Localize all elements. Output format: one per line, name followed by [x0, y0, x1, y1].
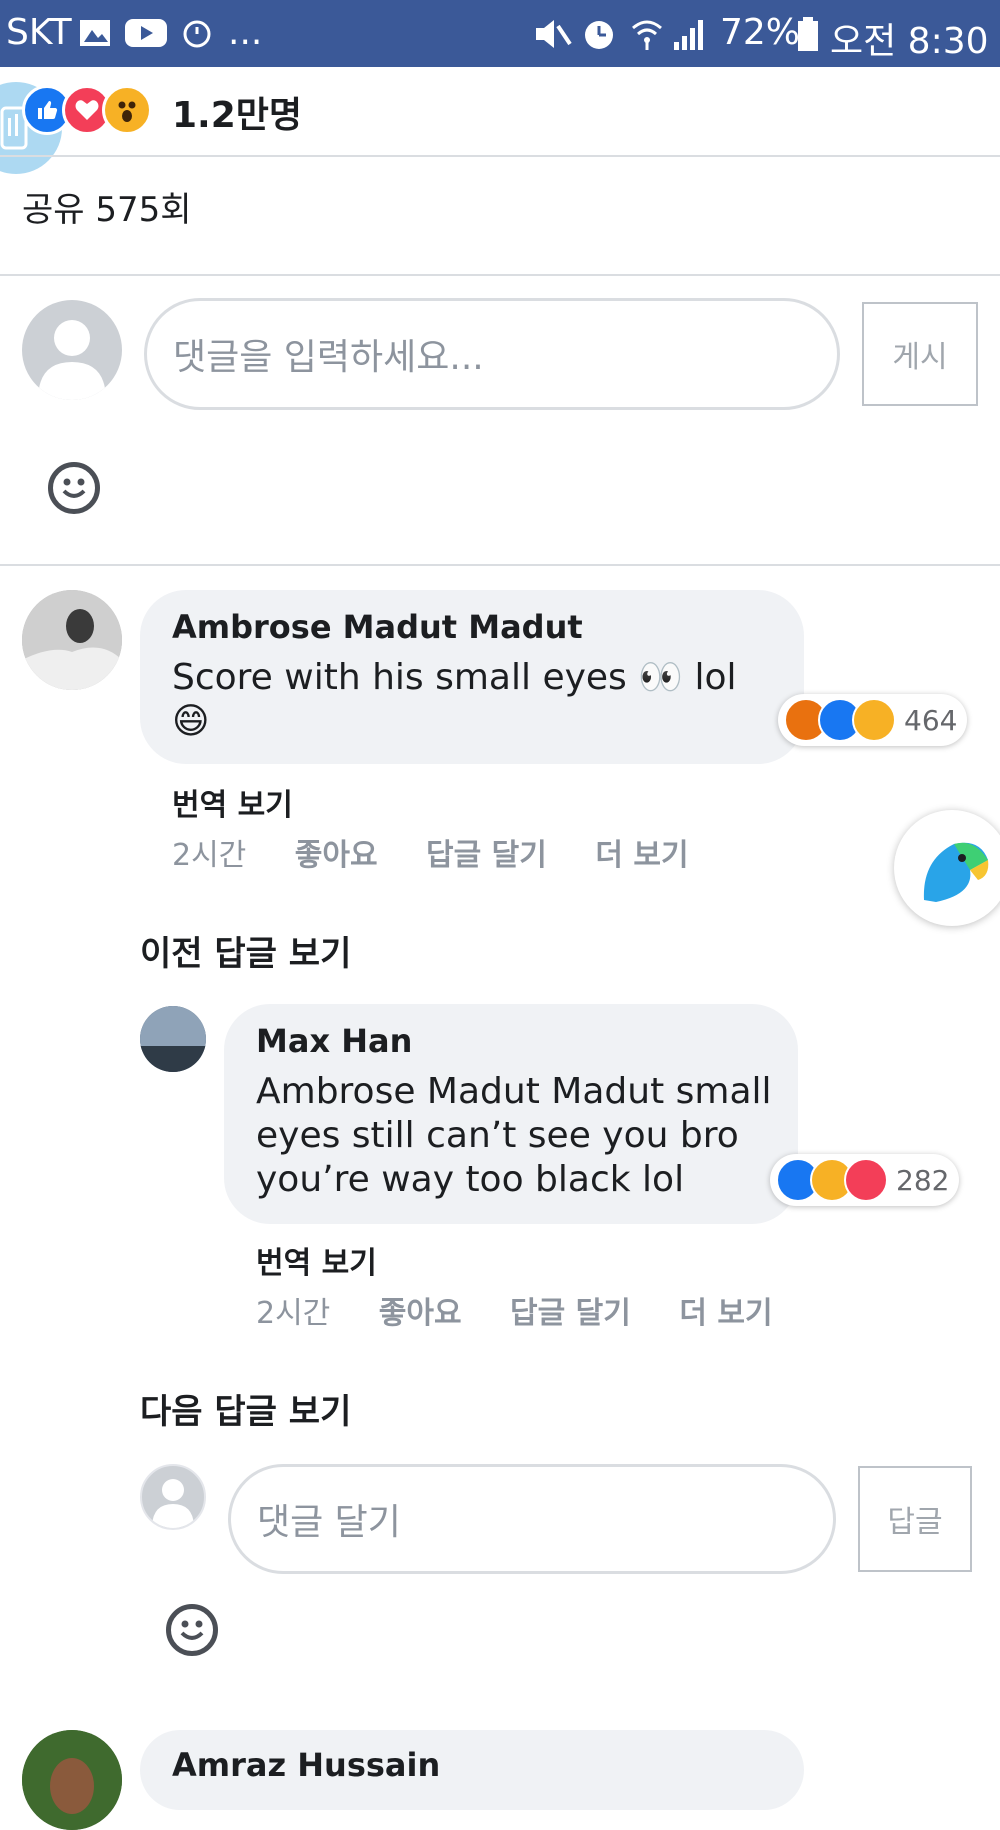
reply-post-button[interactable]: 답글: [858, 1466, 972, 1572]
more-notifications: ...: [228, 12, 263, 53]
clock: 오전 8:30: [830, 21, 989, 62]
reply-input[interactable]: 댓글 달기: [228, 1464, 836, 1574]
status-bar: SKT ... 72% 오전 8:30: [0, 0, 1000, 67]
comment-text: Score with his small eyes 👀 lol: [172, 657, 737, 698]
mute-icon: [536, 20, 572, 48]
bird-icon: [923, 842, 989, 902]
reply-link[interactable]: 답글 달기: [426, 838, 547, 873]
comment-author[interactable]: Amraz Hussain: [172, 1746, 440, 1784]
reply-text-line: Ambrose Madut Madut small: [256, 1071, 772, 1112]
reply-author[interactable]: Max Han: [256, 1022, 412, 1060]
comment-time: 2시간: [172, 838, 247, 873]
haha-reaction-icon: [852, 698, 896, 742]
next-replies-link[interactable]: 다음 답글 보기: [140, 1384, 351, 1433]
comment-reactions[interactable]: 464: [778, 694, 968, 746]
reply-time: 2시간: [256, 1296, 331, 1331]
reaction-count: 464: [904, 703, 958, 737]
reaction-count: 282: [896, 1163, 950, 1197]
like-link[interactable]: 좋아요: [379, 1296, 462, 1331]
post-button[interactable]: 게시: [862, 302, 978, 406]
reply-reactions[interactable]: 282: [770, 1154, 960, 1206]
youtube-icon: [125, 19, 167, 47]
commenter-avatar[interactable]: [22, 590, 122, 690]
signal-icon: [674, 20, 703, 50]
battery-icon: [798, 17, 818, 51]
alarm-icon: [183, 20, 211, 48]
comment-bubble: Amraz Hussain: [140, 1730, 804, 1810]
battery-percent: 72%: [720, 12, 801, 53]
comment-author[interactable]: Ambrose Madut Madut: [172, 608, 583, 646]
comment-input[interactable]: 댓글을 입력하세요...: [144, 298, 840, 410]
comment-actions: 2시간 좋아요 답글 달기 더 보기: [172, 830, 727, 874]
divider: [0, 564, 1000, 566]
more-link[interactable]: 더 보기: [679, 1296, 772, 1331]
reaction-count[interactable]: 1.2만명: [172, 86, 302, 138]
see-translation-link[interactable]: 번역 보기: [256, 1238, 377, 1282]
see-translation-link[interactable]: 번역 보기: [172, 780, 293, 824]
papago-float-button[interactable]: [894, 810, 1000, 926]
gallery-icon: [80, 20, 110, 46]
divider: [0, 274, 1000, 276]
emoji-icon[interactable]: [166, 1604, 218, 1656]
wifi-icon: [632, 20, 662, 50]
carrier-label: SKT: [6, 12, 72, 53]
reply-link[interactable]: 답글 달기: [510, 1296, 631, 1331]
current-user-avatar: [22, 300, 122, 400]
alarm-clock-icon: [585, 21, 613, 49]
reply-author-avatar[interactable]: [140, 1006, 206, 1072]
reply-actions: 2시간 좋아요 답글 달기 더 보기: [256, 1288, 811, 1332]
comment-bubble: Ambrose Madut Madut Score with his small…: [140, 590, 804, 764]
reply-text-line: you’re way too black lol: [256, 1159, 685, 1200]
current-user-avatar: [140, 1464, 206, 1530]
commenter-avatar[interactable]: [22, 1730, 122, 1830]
comment-text-emoji: 😄: [172, 701, 210, 742]
divider: [0, 155, 1000, 157]
emoji-icon[interactable]: [48, 462, 100, 514]
more-link[interactable]: 더 보기: [595, 838, 688, 873]
reply-text-line: eyes still can’t see you bro: [256, 1115, 739, 1156]
reply-bubble: Max Han Ambrose Madut Madut small eyes s…: [224, 1004, 798, 1224]
like-link[interactable]: 좋아요: [295, 838, 378, 873]
wow-reaction-icon: [102, 85, 152, 135]
previous-replies-link[interactable]: 이전 답글 보기: [140, 926, 351, 975]
share-count[interactable]: 공유 575회: [22, 182, 192, 231]
love-reaction-icon: [844, 1158, 888, 1202]
